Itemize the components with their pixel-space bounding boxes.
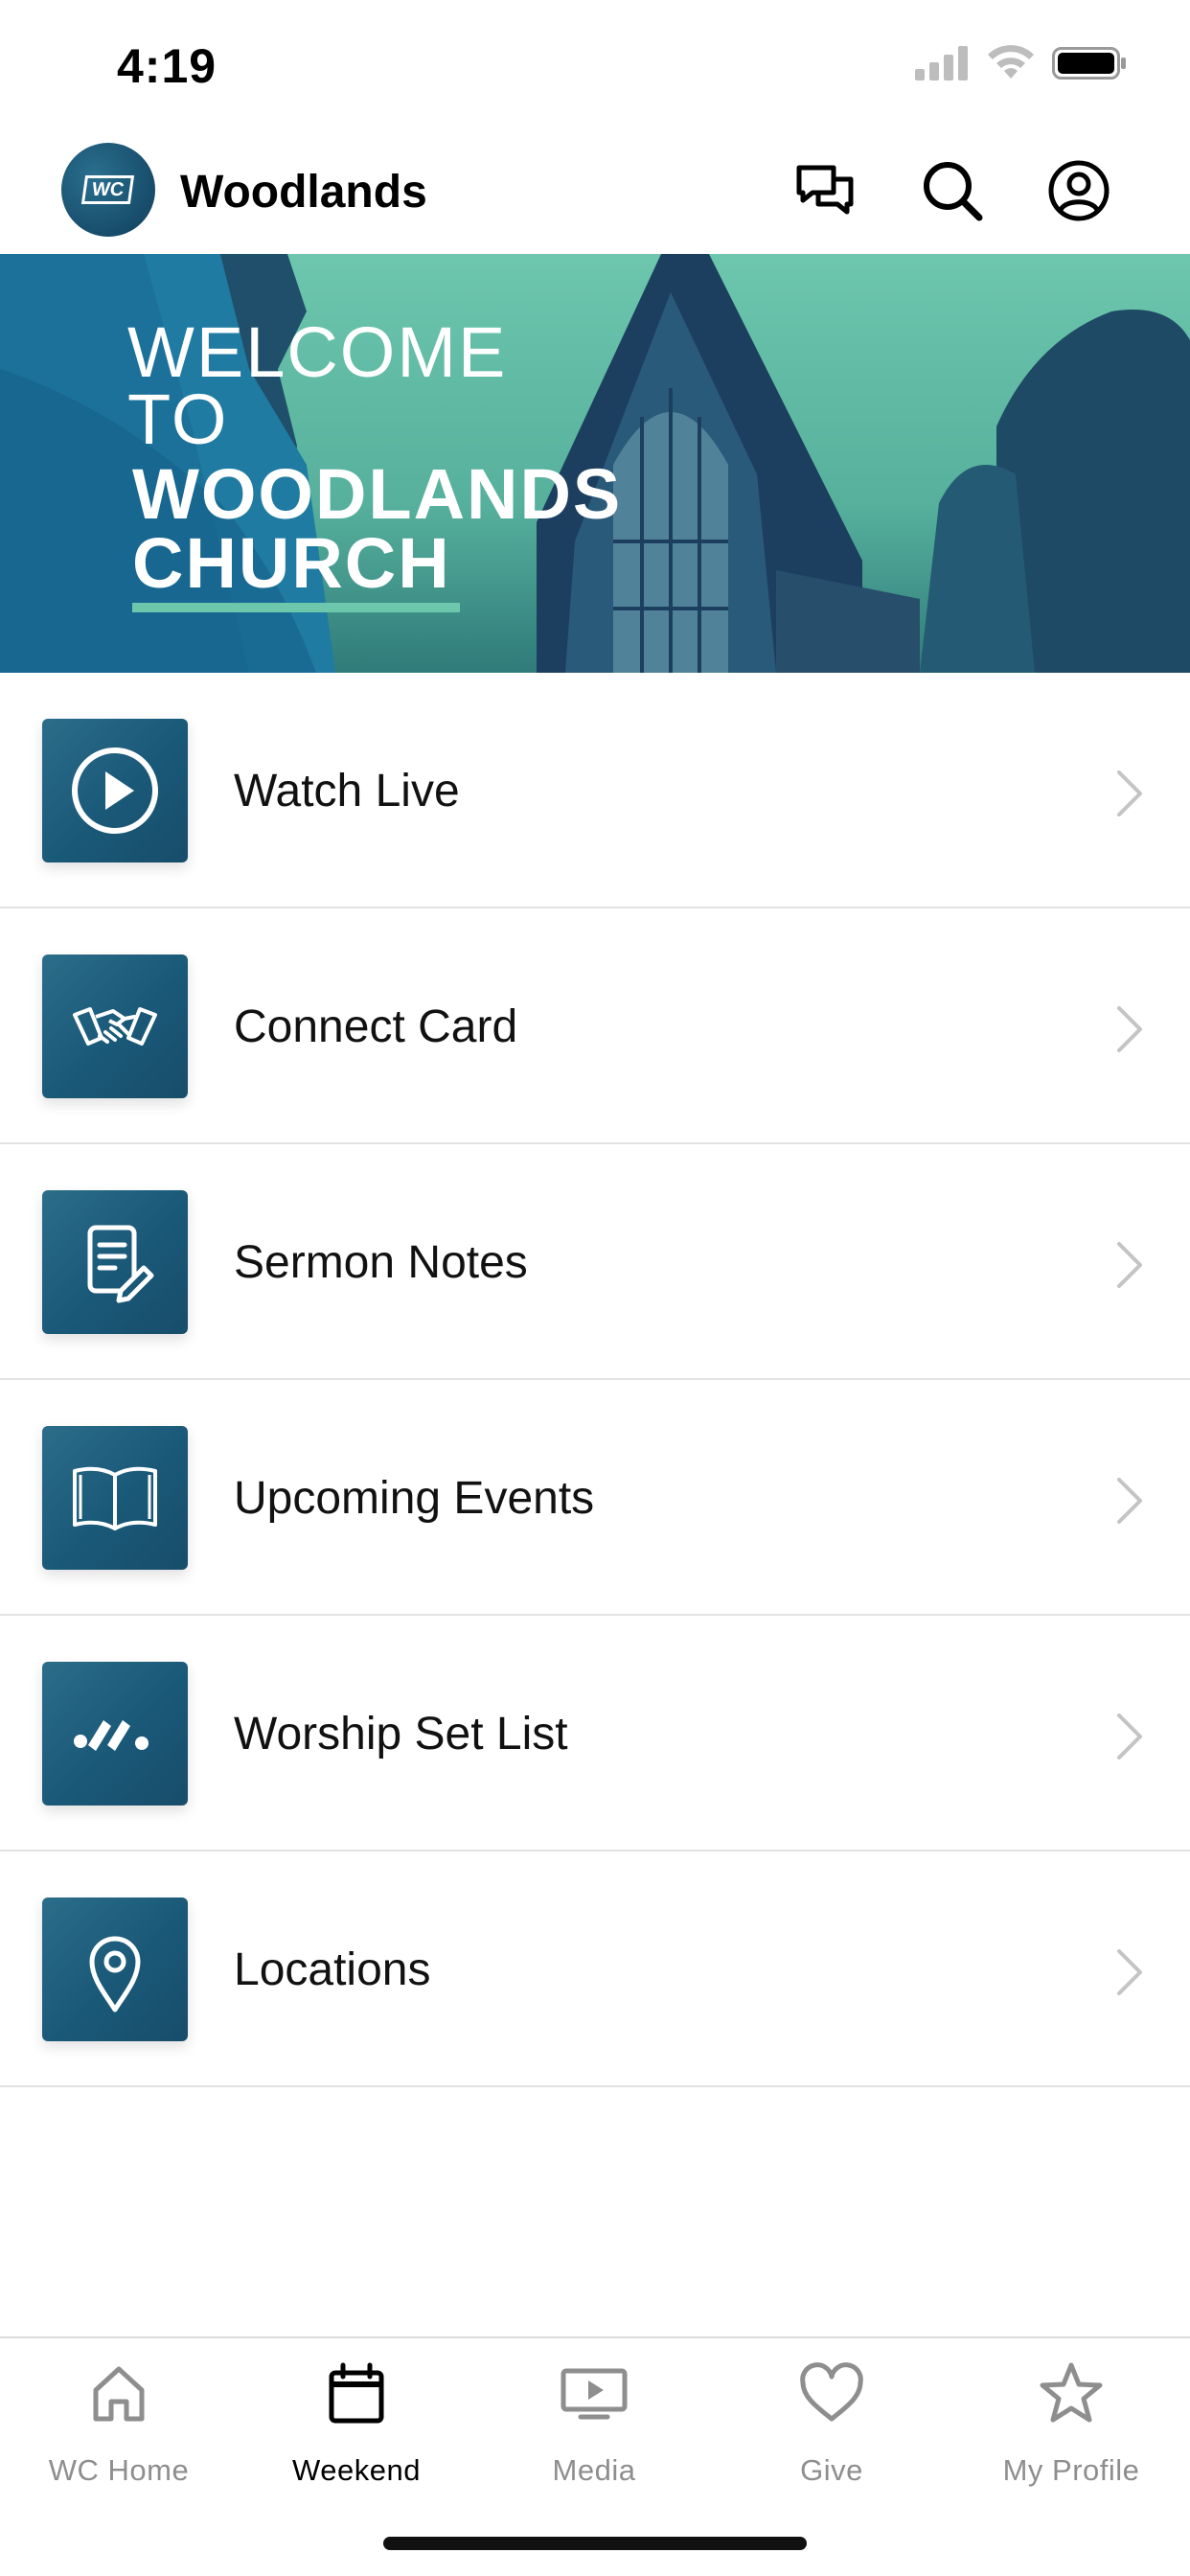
home-icon — [93, 2366, 145, 2422]
menu-item-upcoming-events[interactable]: Upcoming Events — [0, 1380, 1190, 1616]
play-icon — [72, 748, 158, 834]
home-indicator[interactable] — [383, 2537, 807, 2550]
battery-icon — [1052, 47, 1126, 80]
status-bar: 4:19 — [0, 0, 1190, 129]
menu-item-label: Sermon Notes — [234, 1237, 528, 1288]
status-time: 4:19 — [117, 39, 217, 93]
worship-icon — [74, 1720, 149, 1751]
weekend-menu-list: Watch Live Connect Card Sermon Notes Upc… — [0, 673, 1190, 2087]
cellular-signal-icon — [915, 46, 968, 80]
chevron-right-icon — [1117, 1242, 1142, 1288]
tab-media[interactable]: Media — [475, 2338, 713, 2511]
app-title: Woodlands — [180, 167, 427, 218]
wifi-icon — [988, 45, 1034, 79]
calendar-icon — [329, 2362, 384, 2424]
tab-label: Weekend — [292, 2453, 421, 2487]
menu-thumb — [42, 954, 188, 1098]
tab-weekend[interactable]: Weekend — [238, 2338, 475, 2511]
menu-thumb — [42, 1190, 188, 1334]
open-book-icon — [73, 1466, 157, 1530]
tab-label: Give — [800, 2453, 863, 2487]
menu-item-label: Watch Live — [234, 766, 460, 816]
menu-thumb — [42, 1426, 188, 1570]
chevron-right-icon — [1117, 770, 1142, 816]
welcome-banner[interactable]: WELCOME TO WOODLANDS CHURCH — [0, 254, 1190, 673]
search-icon[interactable] — [918, 156, 987, 225]
menu-item-locations[interactable]: Locations — [0, 1852, 1190, 2087]
menu-thumb — [42, 719, 188, 862]
menu-thumb — [42, 1898, 188, 2041]
tab-wc-home[interactable]: WC Home — [0, 2338, 238, 2511]
menu-item-connect-card[interactable]: Connect Card — [0, 908, 1190, 1144]
chat-icon[interactable] — [791, 156, 860, 225]
tab-label: My Profile — [1002, 2453, 1140, 2487]
menu-thumb — [42, 1662, 188, 1806]
hero-text-to: TO — [127, 380, 229, 459]
menu-item-sermon-notes[interactable]: Sermon Notes — [0, 1144, 1190, 1380]
tab-label: Media — [552, 2453, 636, 2487]
logo-text: WC — [81, 175, 135, 204]
tab-my-profile[interactable]: My Profile — [952, 2338, 1190, 2511]
heart-icon — [800, 2362, 863, 2422]
tab-label: WC Home — [48, 2453, 190, 2487]
menu-item-label: Upcoming Events — [234, 1473, 595, 1524]
app-header: WC Woodlands — [0, 129, 1190, 254]
media-icon — [561, 2368, 628, 2420]
menu-item-worship-set-list[interactable]: Worship Set List — [0, 1616, 1190, 1852]
chevron-right-icon — [1117, 1478, 1142, 1524]
tab-give[interactable]: Give — [713, 2338, 950, 2511]
hero-text-woodlands: WOODLANDS — [132, 454, 623, 534]
hero-text-welcome: WELCOME — [127, 312, 508, 392]
handshake-icon — [73, 1007, 157, 1046]
chevron-right-icon — [1117, 1714, 1142, 1760]
chevron-right-icon — [1117, 1006, 1142, 1052]
hero-underline — [132, 603, 460, 612]
hero-text-church: CHURCH — [132, 523, 451, 603]
chevron-right-icon — [1117, 1949, 1142, 1995]
church-logo[interactable]: WC — [61, 143, 155, 237]
notes-icon — [87, 1225, 154, 1303]
location-pin-icon — [89, 1936, 141, 2012]
profile-icon[interactable] — [1044, 156, 1113, 225]
star-icon — [1040, 2362, 1103, 2423]
menu-item-label: Locations — [234, 1944, 431, 1995]
menu-item-label: Worship Set List — [234, 1709, 568, 1760]
menu-item-label: Connect Card — [234, 1001, 518, 1052]
menu-item-watch-live[interactable]: Watch Live — [0, 673, 1190, 908]
